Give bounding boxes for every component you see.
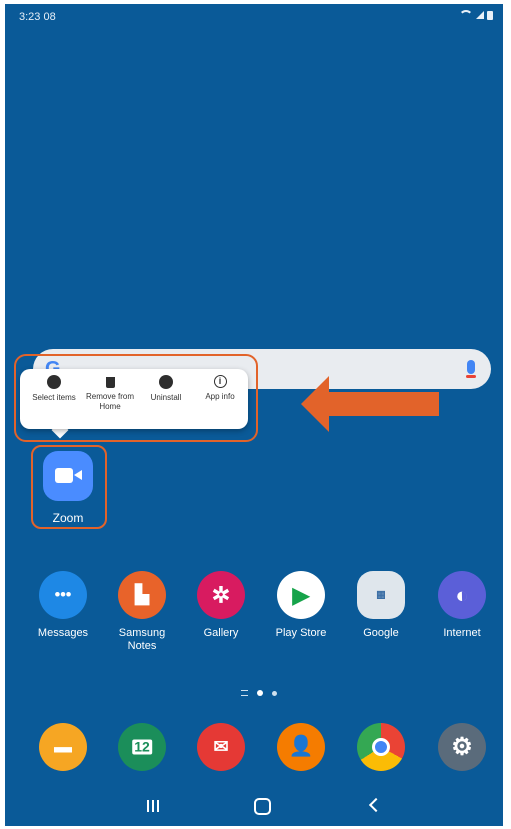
battery-icon: [487, 10, 493, 20]
dock-email[interactable]: ✉: [182, 723, 260, 779]
status-time: 3:23 08: [19, 11, 56, 23]
app-label: Gallery: [203, 627, 239, 639]
pointer-arrow-icon: [301, 376, 439, 432]
internet-icon: ◐: [438, 571, 486, 619]
page-indicator[interactable]: [241, 690, 277, 696]
page-dot-active: [257, 690, 263, 696]
dock-my-files[interactable]: ▬: [24, 723, 102, 779]
home-screen: 3:23 08 G Select items Remove from Home …: [5, 4, 503, 826]
status-icons: [459, 10, 493, 20]
email-icon: ✉: [197, 723, 245, 771]
home-button[interactable]: [254, 798, 271, 815]
dock-settings[interactable]: ⚙: [423, 723, 501, 779]
menu-highlight-box: [14, 354, 258, 442]
contacts-icon: 👤: [277, 723, 325, 771]
home-menu-indicator-icon: [241, 690, 248, 696]
app-label: Google: [363, 627, 399, 639]
gallery-icon: ✲: [197, 571, 245, 619]
app-gallery[interactable]: ✲ Gallery: [182, 571, 260, 640]
app-messages[interactable]: ••• Messages: [24, 571, 102, 640]
calendar-date: 12: [132, 738, 152, 755]
app-label: Internet: [443, 627, 481, 639]
recents-button[interactable]: [147, 800, 159, 812]
page-dot: [272, 690, 277, 696]
messages-icon: •••: [39, 571, 87, 619]
navigation-bar: [5, 786, 503, 826]
dock-chrome[interactable]: [342, 723, 420, 779]
dock-contacts[interactable]: 👤: [262, 723, 340, 779]
calendar-icon: 12: [118, 723, 166, 771]
my-files-icon: ▬: [39, 723, 87, 771]
google-folder-icon: ▦: [357, 571, 405, 619]
samsung-notes-icon: ▙: [118, 571, 166, 619]
mic-icon[interactable]: [466, 360, 476, 378]
app-label: Play Store: [275, 627, 327, 639]
dock-calendar[interactable]: 12: [103, 723, 181, 779]
play-store-icon: ▶: [277, 571, 325, 619]
app-label: Samsung Notes: [118, 627, 166, 652]
app-google-folder[interactable]: ▦ Google: [342, 571, 420, 640]
app-samsung-notes[interactable]: ▙ Samsung Notes: [103, 571, 181, 653]
app-zoom[interactable]: [43, 451, 93, 501]
app-label: Messages: [37, 627, 89, 639]
app-play-store[interactable]: ▶ Play Store: [262, 571, 340, 640]
zoom-camera-icon: [55, 468, 73, 483]
settings-icon: ⚙: [438, 723, 486, 771]
app-label: Zoom: [52, 511, 84, 525]
app-internet[interactable]: ◐ Internet: [423, 571, 501, 640]
chrome-icon: [357, 723, 405, 771]
back-button[interactable]: [368, 797, 384, 813]
status-bar: 3:23 08: [5, 4, 503, 30]
wifi-icon: [459, 10, 473, 20]
signal-icon: [476, 11, 484, 19]
